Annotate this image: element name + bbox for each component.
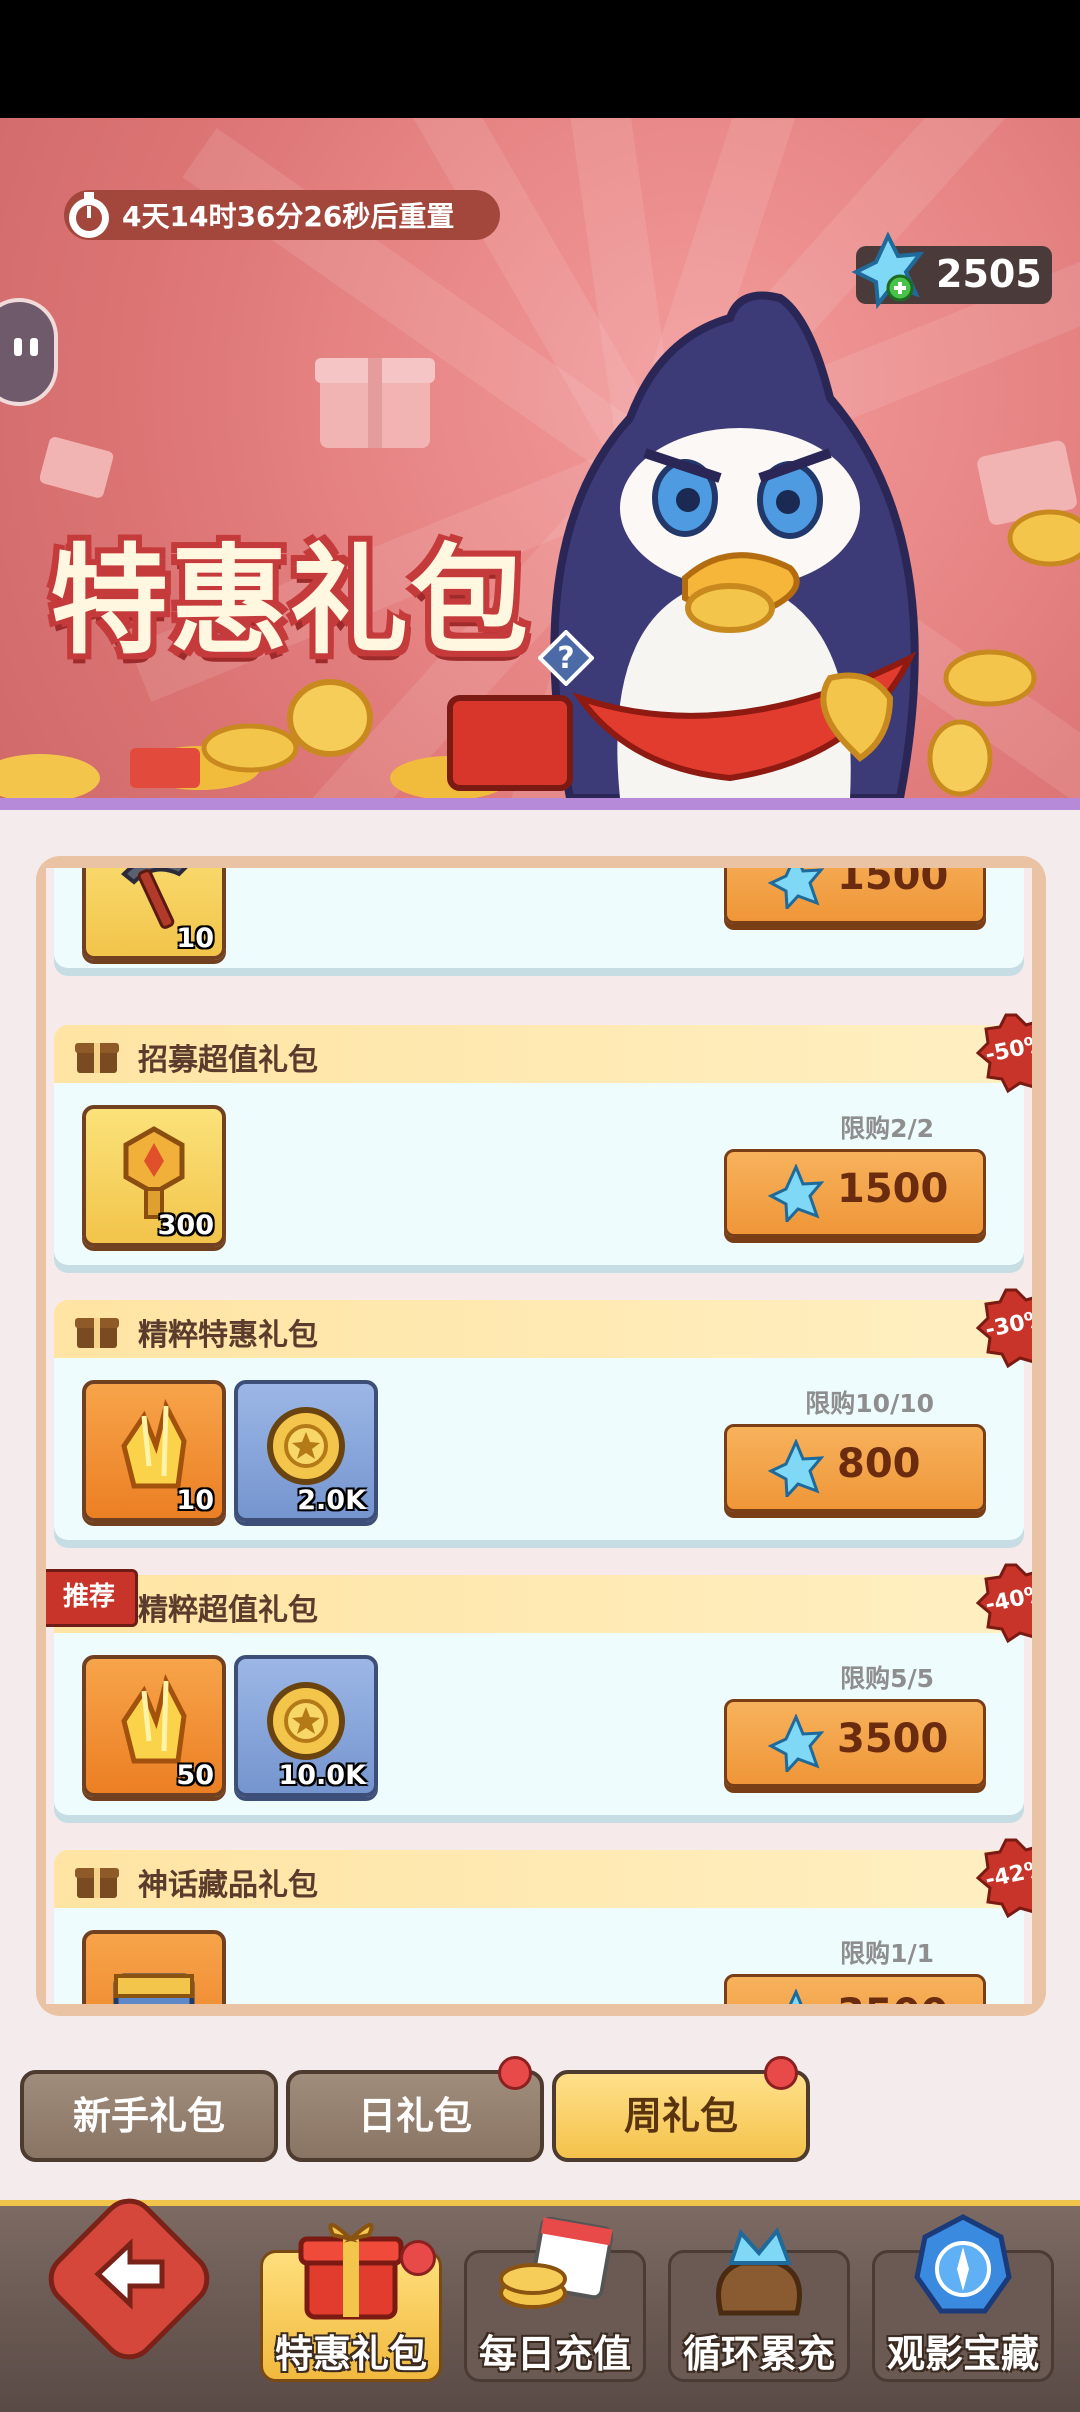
pack-item: 招募超值礼包 限购2/2 300 1500 -50% [54, 1013, 1032, 1275]
discount-badge: -30% [975, 1288, 1032, 1369]
pack-item: 精粹特惠礼包 限购10/10 10 2.0K 800 -30% [54, 1288, 1032, 1550]
pack-header: 神话藏品礼包 [54, 1850, 1024, 1908]
pack-title: 招募超值礼包 [138, 1043, 318, 1078]
price-label: 3500 [837, 1991, 948, 2004]
packs-list[interactable]: 10 1500 招募超值礼包 限购2/2 300 1500 -50% 精粹特惠礼… [46, 868, 1032, 2004]
collection-chest-icon [113, 1973, 195, 2004]
discount-badge: -50% [975, 1013, 1032, 1094]
pack-item: 精粹超值礼包 推荐 限购5/5 50 10.0K 3500 -40% [46, 1563, 1032, 1825]
pack-header: 招募超值礼包 [54, 1025, 1024, 1083]
gift-box-decoration [40, 437, 114, 498]
buy-button[interactable]: 3500 [724, 1699, 986, 1787]
buy-button[interactable]: 3500 [724, 1974, 986, 2004]
blue-gem-icon [767, 868, 825, 909]
pack-item-slot[interactable]: 50 [82, 1655, 226, 1797]
help-icon[interactable]: ? [538, 630, 594, 686]
reset-timer: 4天14时36分26秒后重置 [64, 190, 500, 240]
nav-label: 循环累充 [682, 2332, 835, 2376]
nav-daily-recharge[interactable]: 每日充值 [464, 2216, 646, 2382]
purchase-limit: 限购2/2 [840, 1114, 934, 1143]
essence-crystal-icon [121, 1398, 187, 1489]
nav-label: 每日充值 [478, 2332, 631, 2376]
gem-counter[interactable]: 2505 [851, 231, 1052, 310]
blue-compass-icon [914, 2214, 1012, 2314]
blue-gem-plus-icon [851, 231, 925, 310]
price-label: 1500 [837, 868, 949, 899]
pack-item-slot[interactable]: 10 [82, 1380, 226, 1522]
nav-label: 特惠礼包 [274, 2332, 427, 2376]
pack-title: 精粹超值礼包 [138, 1593, 318, 1628]
purchase-limit: 限购10/10 [805, 1389, 934, 1418]
price-label: 1500 [837, 1166, 949, 1212]
banner-title: 特惠礼包 [50, 532, 531, 670]
price-label: 800 [837, 1441, 921, 1487]
pack-header: 精粹超值礼包 [54, 1575, 1024, 1633]
nav-watch-treasure[interactable]: 观影宝藏 [872, 2214, 1054, 2382]
coin-icon [267, 1682, 345, 1760]
pack-title: 神话藏品礼包 [138, 1868, 318, 1903]
status-bar [0, 0, 1080, 118]
blue-gem-icon [788, 1989, 803, 2004]
svg-text:?: ? [557, 641, 574, 676]
recommend-badge: 推荐 [46, 1569, 138, 1627]
discount-badge: -40% [975, 1563, 1032, 1644]
purchase-limit: 限购1/1 [840, 1939, 934, 1968]
buy-button[interactable]: 800 [724, 1424, 986, 1512]
blue-gem-icon [767, 1164, 825, 1222]
buy-button[interactable]: 1500 [724, 1149, 986, 1237]
chat-bubble-icon [14, 338, 38, 356]
notification-dot [400, 2240, 436, 2276]
purchase-limit: 限购5/5 [840, 1664, 934, 1693]
gift-icon [75, 1318, 119, 1348]
back-arrow-icon[interactable] [82, 2226, 178, 2322]
pack-title: 精粹特惠礼包 [138, 1318, 318, 1353]
gift-icon [75, 1043, 119, 1073]
pack-item-slot[interactable] [82, 1930, 226, 2004]
recruit-key-icon [123, 1126, 185, 1219]
tab-newbie-pack[interactable]: 新手礼包 [20, 2070, 278, 2162]
timer-text: 4天14时36分26秒后重置 [122, 200, 455, 233]
pack-item-slot[interactable]: 10 [82, 868, 226, 960]
coin-icon [267, 1407, 345, 1485]
pack-item-slot[interactable]: 300 [82, 1105, 226, 1247]
gem-bag-icon [716, 2227, 802, 2316]
pack-item-slot[interactable]: 2.0K [234, 1380, 378, 1522]
gift-icon [75, 1868, 119, 1898]
blue-gem-icon [767, 1439, 825, 1497]
pack-item: 10 1500 [54, 868, 1024, 978]
gift-box-decoration [315, 358, 435, 448]
stopwatch-icon [69, 192, 109, 238]
calendar-coins-icon [499, 2216, 613, 2309]
gift-box-icon [298, 2223, 404, 2320]
pack-header: 精粹特惠礼包 [54, 1300, 1024, 1358]
discount-badge: -42% [975, 1838, 1032, 1919]
pack-item: 神话藏品礼包 限购1/1 3500 -42% [54, 1838, 1032, 2004]
banner-divider [0, 798, 1080, 810]
price-label: 3500 [837, 1716, 949, 1762]
pack-item-slot[interactable]: 10.0K [234, 1655, 378, 1797]
buy-button[interactable]: 1500 [724, 868, 986, 924]
nav-label: 观影宝藏 [886, 2332, 1039, 2376]
blue-gem-icon [767, 1714, 825, 1772]
nav-cumulative-recharge[interactable]: 循环累充 [668, 2227, 850, 2382]
gem-count: 2505 [936, 252, 1042, 296]
notification-dot [764, 2056, 798, 2090]
essence-crystal-icon [121, 1673, 187, 1764]
notification-dot [498, 2056, 532, 2090]
chat-bubble-button[interactable] [0, 298, 58, 406]
